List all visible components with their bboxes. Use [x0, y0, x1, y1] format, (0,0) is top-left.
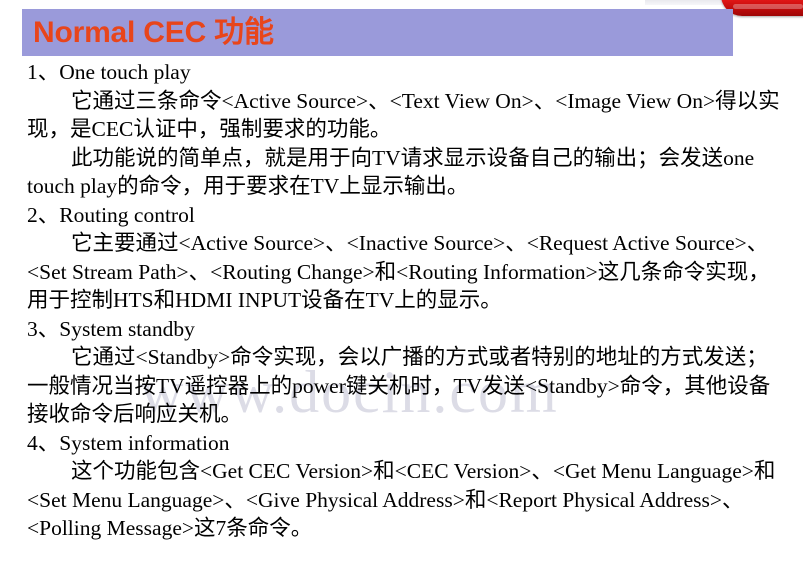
- section-heading: 1、One touch play: [27, 60, 191, 84]
- section-heading: 4、System information: [27, 430, 230, 455]
- top-edge-sliver: [645, 0, 735, 5]
- ribbon-shape: [721, 0, 803, 16]
- section-paragraph: 它通过三条命令<Active Source>、<Text View On>、<I…: [27, 88, 780, 142]
- red-ribbon-decoration: [721, 0, 803, 18]
- slide-canvas: Normal CEC 功能 www.docin.com 1、One touch …: [0, 0, 803, 566]
- section-paragraph: 此功能说的简单点，就是用于向TV请求显示设备自己的输出；会发送one touch…: [27, 145, 760, 199]
- section-heading: 2、Routing control: [27, 202, 195, 227]
- section-heading: 3、System standby: [27, 316, 195, 341]
- ribbon-highlight: [733, 4, 803, 9]
- slide-title: Normal CEC 功能: [33, 16, 274, 49]
- section-paragraph: 它主要通过<Active Source>、<Inactive Source>、<…: [27, 231, 770, 312]
- section-paragraph: 这个功能包含<Get CEC Version>和<CEC Version>、<G…: [27, 459, 776, 540]
- slide-title-banner: Normal CEC 功能: [22, 9, 733, 56]
- slide-body: 1、One touch play 它通过三条命令<Active Source>、<…: [27, 58, 787, 543]
- section-paragraph: 它通过<Standby>命令实现，会以广播的方式或者特别的地址的方式发送；一般情…: [27, 345, 771, 426]
